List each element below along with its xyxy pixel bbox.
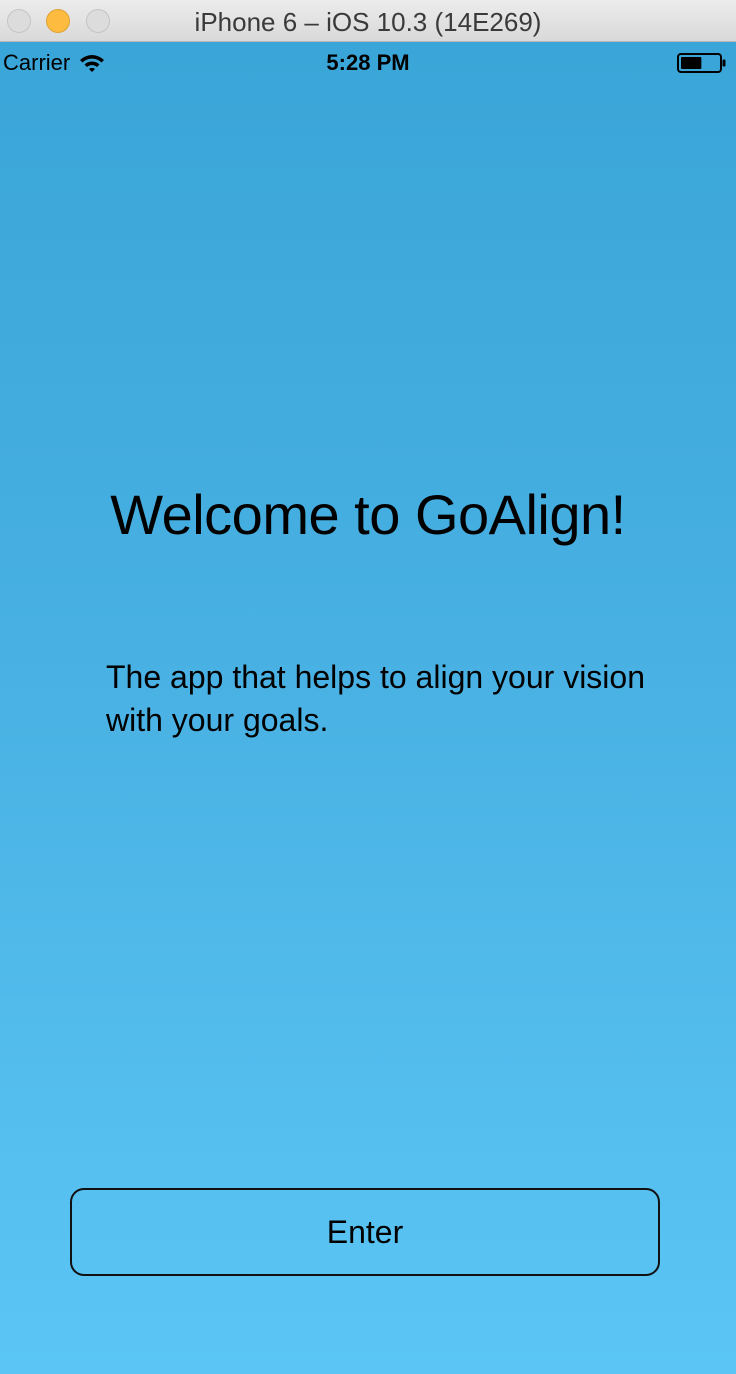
status-time: 5:28 PM — [326, 50, 410, 75]
enter-button[interactable]: Enter — [70, 1188, 660, 1276]
battery-icon — [677, 53, 726, 73]
status-bar: Carrier 5:28 PM — [0, 42, 736, 84]
window-titlebar: iPhone 6 – iOS 10.3 (14E269) — [0, 0, 736, 42]
simulator-window: iPhone 6 – iOS 10.3 (14E269) Carrier 5:2… — [0, 0, 736, 1374]
welcome-title: Welcome to GoAlign! — [110, 483, 626, 546]
battery-level-fill — [681, 57, 702, 69]
device-screen: Carrier 5:28 PM Welcome to GoAlign! The … — [0, 42, 736, 1374]
window-title: iPhone 6 – iOS 10.3 (14E269) — [194, 7, 542, 37]
app-tagline: The app that helps to align your vision … — [106, 659, 645, 738]
